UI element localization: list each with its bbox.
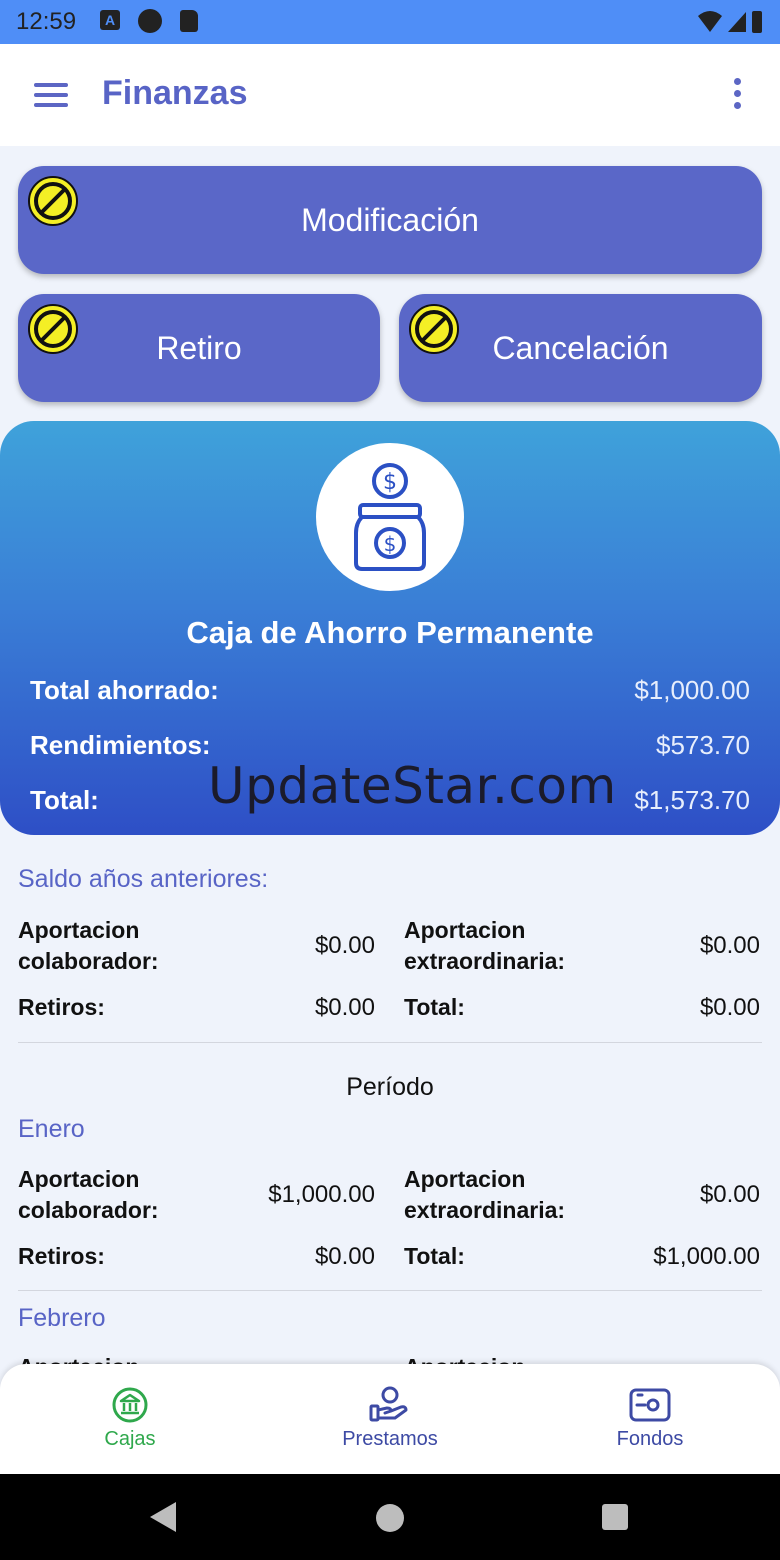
detail-list[interactable]: Saldo años anteriores: Aportacion colabo… xyxy=(0,835,780,1365)
hamburger-menu-icon[interactable] xyxy=(34,83,68,107)
system-navigation-bar xyxy=(0,1474,780,1560)
home-icon[interactable] xyxy=(374,1502,406,1534)
row-value: $573.70 xyxy=(656,730,750,760)
row-value: $1,573.70 xyxy=(634,785,750,815)
periodo-heading: Período xyxy=(346,1073,434,1101)
row-value: $1,000.00 xyxy=(634,675,750,705)
retiro-label: Retiro xyxy=(156,330,242,366)
card-title: Caja de Ahorro Permanente xyxy=(186,615,594,650)
total-value: $0.00 xyxy=(699,994,760,1021)
aport-extra-label: Aportacion extraordinaria: xyxy=(404,917,566,974)
status-bar: 12:59 A xyxy=(0,0,780,44)
divider xyxy=(18,1290,762,1291)
notification-a-icon: A xyxy=(100,10,120,30)
row-label: Total: xyxy=(30,785,99,815)
row-label: Rendimientos: xyxy=(30,730,211,760)
retiros-label: Retiros: xyxy=(18,1243,105,1269)
aport-extra-label: Aportacion extraordinaria: xyxy=(404,1166,566,1223)
hand-loan-icon xyxy=(369,1386,408,1422)
modificacion-button[interactable]: Modificación xyxy=(18,166,762,274)
safe-fund-icon xyxy=(629,1388,671,1422)
divider xyxy=(18,1042,762,1043)
nav-prestamos[interactable]: Prestamos xyxy=(310,1386,470,1451)
retiros-label: Retiros: xyxy=(18,994,105,1020)
notification-p-icon xyxy=(138,9,162,33)
previous-years-title: Saldo años anteriores: xyxy=(18,865,269,893)
page-title: Finanzas xyxy=(102,74,248,112)
nav-fondos-label: Fondos xyxy=(616,1428,684,1450)
month-title-febrero: Febrero xyxy=(18,1304,106,1332)
aport-colab-label: Aportacion colaborador: xyxy=(18,917,159,974)
app-bar: Finanzas xyxy=(0,44,780,146)
sd-card-icon xyxy=(180,10,198,32)
total-label: Total: xyxy=(404,1243,465,1269)
aport-extra-value: $0.00 xyxy=(699,1181,760,1208)
status-time: 12:59 xyxy=(16,8,77,35)
aport-colab-label: Aportacion colaborador: xyxy=(18,1166,159,1223)
nav-cajas-label: Cajas xyxy=(104,1428,156,1450)
nav-cajas[interactable]: Cajas xyxy=(50,1386,210,1451)
retiros-value: $0.00 xyxy=(314,1243,375,1270)
back-icon[interactable] xyxy=(148,1500,178,1534)
total-value: $1,000.00 xyxy=(653,1243,760,1270)
svg-text:$: $ xyxy=(384,532,397,556)
modificacion-label: Modificación xyxy=(301,202,479,238)
signal-battery-icons xyxy=(698,11,762,33)
watermark: UpdateStar.com xyxy=(208,757,617,815)
more-options-icon[interactable] xyxy=(730,78,744,112)
aport-extra-value: $0.00 xyxy=(699,932,760,959)
savings-summary-card: $ $ Caja de Ahorro Permanente Total ahor… xyxy=(0,421,780,835)
aport-colab-value: $0.00 xyxy=(314,932,375,959)
nav-prestamos-label: Prestamos xyxy=(342,1428,438,1450)
savings-jar-avatar: $ $ xyxy=(316,443,464,591)
svg-text:$: $ xyxy=(383,470,397,495)
cancelacion-button[interactable]: Cancelación xyxy=(399,294,762,402)
nav-fondos[interactable]: Fondos xyxy=(570,1386,730,1451)
retiro-button[interactable]: Retiro xyxy=(18,294,380,402)
recents-icon[interactable] xyxy=(601,1503,629,1531)
row-label: Total ahorrado: xyxy=(30,675,219,705)
total-label: Total: xyxy=(404,994,465,1020)
bank-icon xyxy=(112,1387,148,1423)
money-jar-icon: $ $ xyxy=(354,463,426,571)
cancelacion-label: Cancelación xyxy=(492,330,669,366)
retiros-value: $0.00 xyxy=(314,994,375,1021)
month-title-enero: Enero xyxy=(18,1115,85,1143)
aport-colab-value: $1,000.00 xyxy=(268,1181,375,1208)
bottom-navigation: Cajas Prestamos Fondos xyxy=(0,1364,780,1474)
